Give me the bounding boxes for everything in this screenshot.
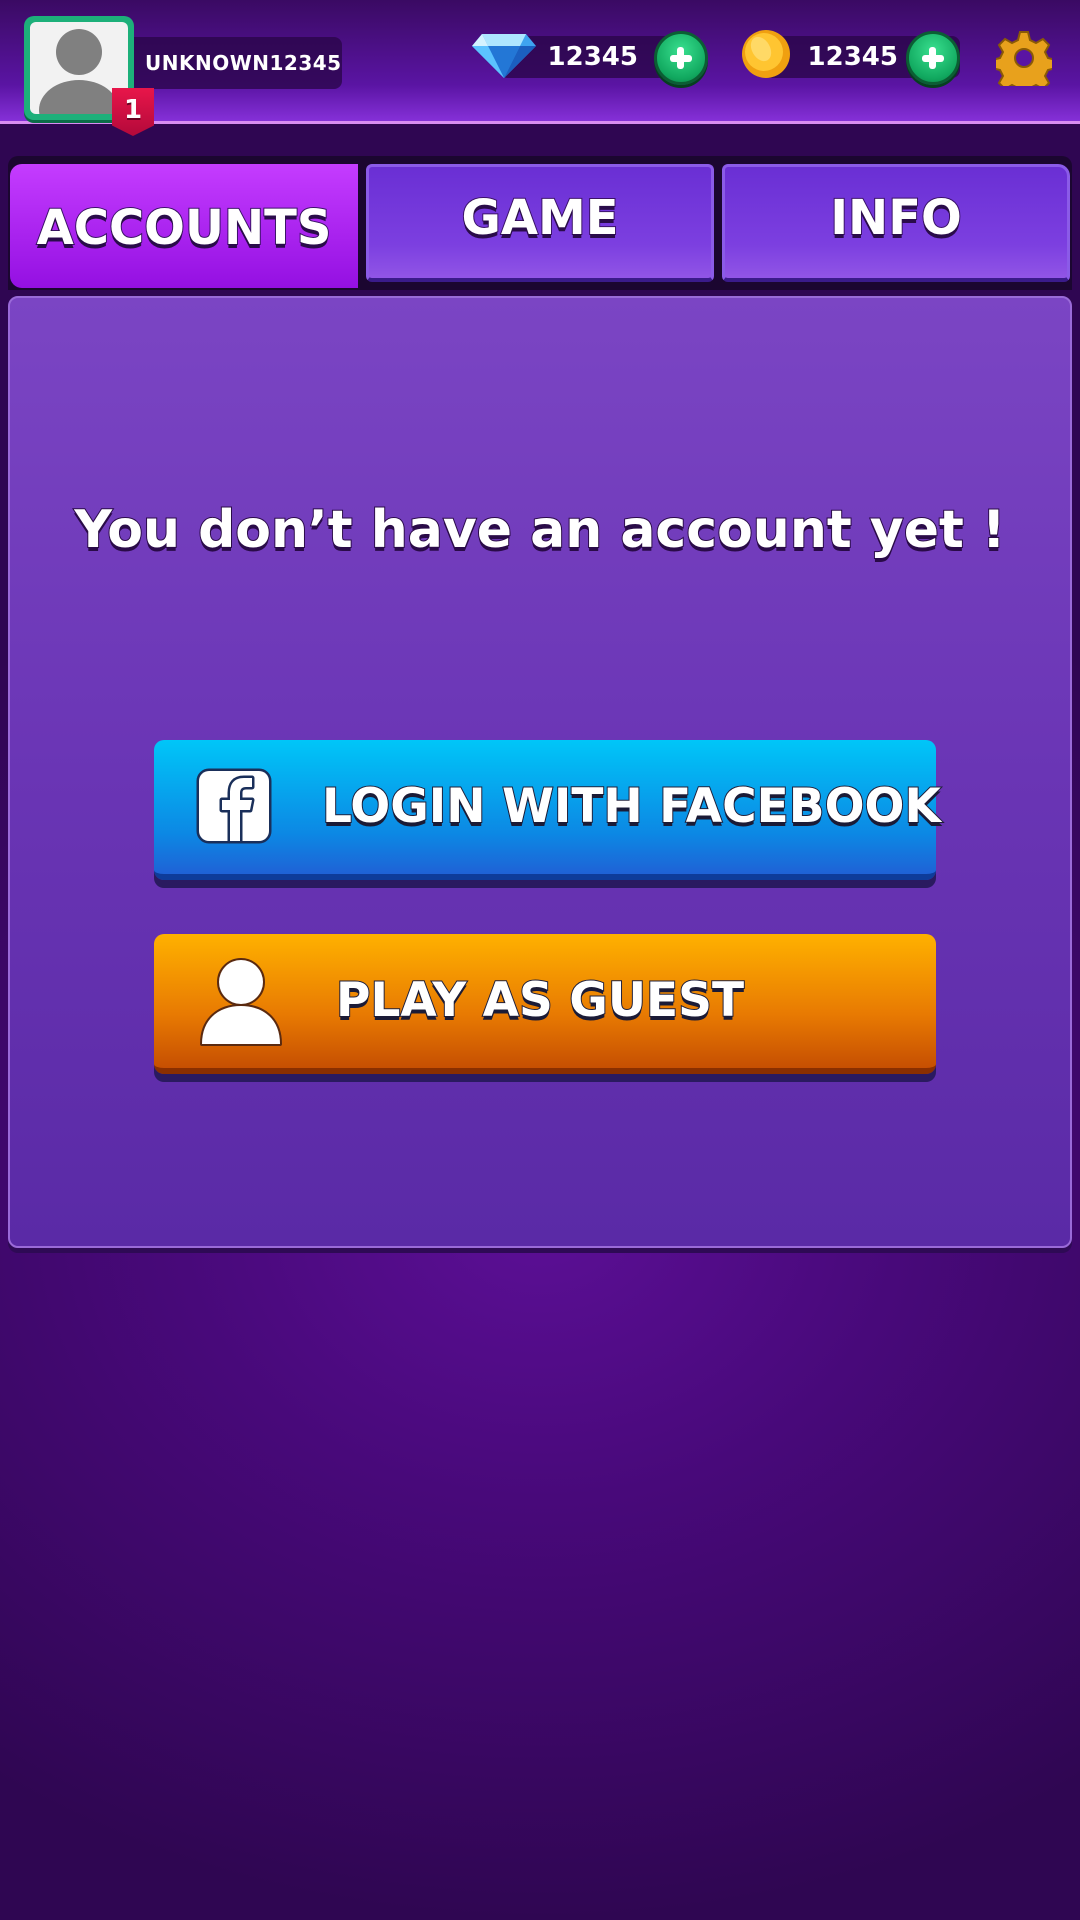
facebook-icon (196, 768, 272, 844)
no-account-message: You don’t have an account yet ! (73, 499, 1006, 561)
play-as-guest-button[interactable]: PLAY AS GUEST (154, 934, 936, 1074)
tab-game[interactable]: GAME (366, 164, 714, 282)
login-facebook-button[interactable]: LOGIN WITH FACEBOOK (154, 740, 942, 880)
buy-coins-button[interactable] (906, 31, 960, 85)
user-icon (200, 958, 282, 1046)
player-username: UNKNOWN12345 (134, 37, 342, 89)
tab-accounts[interactable]: ACCOUNTS (10, 164, 358, 288)
diamond-icon (472, 34, 536, 78)
buy-gems-button[interactable] (654, 31, 708, 85)
level-badge: 1 (112, 88, 154, 136)
tab-info[interactable]: INFO (722, 164, 1070, 282)
guest-button-label: PLAY AS GUEST (335, 972, 745, 1029)
coin-icon (742, 30, 790, 78)
gear-icon[interactable] (996, 30, 1052, 86)
facebook-button-label: LOGIN WITH FACEBOOK (321, 778, 942, 835)
